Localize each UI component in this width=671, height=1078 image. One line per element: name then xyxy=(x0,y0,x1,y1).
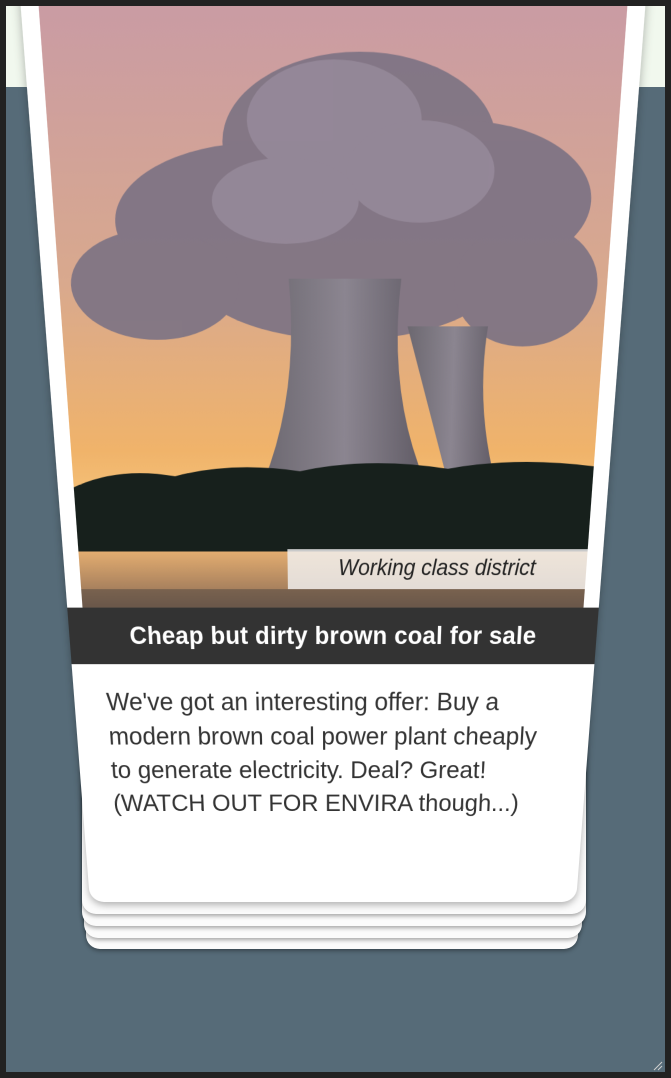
card-deck: Working class district Cheap but dirty b… xyxy=(6,6,665,1072)
cooling-towers-photo xyxy=(36,6,630,608)
game-screen: Working class district Cheap but dirty b… xyxy=(6,6,665,1072)
decision-card[interactable]: Working class district Cheap but dirty b… xyxy=(16,6,650,902)
resize-handle-icon[interactable] xyxy=(651,1058,663,1071)
location-label: Working class district xyxy=(287,549,588,590)
card-title: Cheap but dirty brown coal for sale xyxy=(67,607,599,665)
card-description: We've got an interesting offer: Buy a mo… xyxy=(105,687,538,817)
